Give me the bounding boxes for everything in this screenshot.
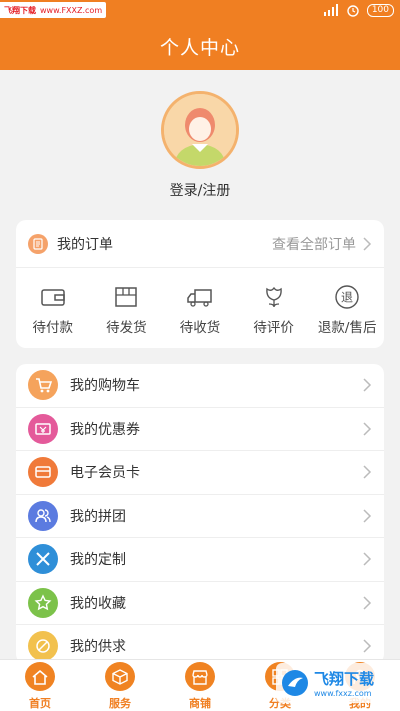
watermark-logo-text: 飞翔下载 [314,670,375,688]
menu-item-label: 电子会员卡 [70,465,140,482]
order-status-pending-review[interactable]: 待评价 [237,268,311,347]
menu-item-cart[interactable]: 我的购物车 [16,364,384,408]
refund-icon-text: 退 [341,291,353,305]
order-status-label: 退款/售后 [317,320,377,336]
menu-item-membership-card[interactable]: 电子会员卡 [16,451,384,495]
menu-item-label: 我的供求 [70,639,126,656]
orders-title: 我的订单 [57,236,113,253]
logo-icon [282,670,308,696]
menu-item-coupon[interactable]: 我的优惠券 [16,408,384,451]
orders-header[interactable]: 我的订单 查看全部订单 [16,220,384,268]
group-icon [28,500,58,531]
refund-icon: 退 [335,285,359,309]
menu-list: 我的购物车 我的优惠券 电子会员卡 我的拼团 我的定制 我的收藏 我的供求 [16,364,384,664]
status-icons: 100 [323,3,394,17]
watermark-url: www.FXXZ.com [40,5,103,15]
avatar[interactable] [161,91,239,169]
nav-label: 服务 [109,697,131,710]
battery-indicator: 100 [366,3,394,17]
view-all-label: 查看全部订单 [272,236,356,253]
flower-icon [265,286,282,308]
order-status-label: 待收货 [179,320,221,336]
truck-icon [187,289,212,307]
home-icon [25,662,55,691]
status-bar: 飞翔下载 www.FXXZ.com 100 [0,0,400,22]
nav-service[interactable]: 服务 [80,660,160,711]
page-title: 个人中心 [159,36,240,59]
menu-item-group-buy[interactable]: 我的拼团 [16,495,384,538]
supply-icon [28,631,58,662]
menu-item-label: 我的收藏 [70,595,126,612]
menu-item-label: 我的定制 [70,552,126,569]
login-register-link[interactable]: 登录/注册 [0,180,400,200]
tools-icon [28,544,58,575]
chevron-right-icon [363,422,372,436]
chevron-right-icon [363,465,372,479]
chevron-right-icon [363,596,372,610]
order-status-row: 待付款 待发货 待收货 待评价 退 退款/售后 [16,268,384,347]
watermark-badge: 飞翔下载 www.FXXZ.com [0,2,107,18]
chevron-right-icon [363,236,372,251]
star-icon [28,587,58,618]
menu-item-custom[interactable]: 我的定制 [16,538,384,582]
package-icon [115,287,138,307]
order-status-refund[interactable]: 退 退款/售后 [310,268,384,347]
chevron-right-icon [363,639,372,653]
shop-icon [185,662,215,691]
page-header: 个人中心 [0,22,400,70]
view-all-orders-link[interactable]: 查看全部订单 [272,234,372,254]
watermark-label: 飞翔下载 [4,5,36,15]
order-status-label: 待付款 [32,320,74,336]
alarm-icon [347,5,359,17]
cart-icon [28,370,58,401]
nav-home[interactable]: 首页 [0,660,80,711]
menu-item-favorites[interactable]: 我的收藏 [16,582,384,625]
order-status-pending-shipment[interactable]: 待发货 [90,268,164,347]
orders-card: 我的订单 查看全部订单 待付款 待发货 待收货 待评价 退 退款/售后 [16,220,384,348]
menu-item-label: 我的拼团 [70,508,126,525]
menu-item-label: 我的购物车 [70,378,140,395]
wallet-icon [41,289,65,306]
nav-label: 首页 [29,697,51,710]
chevron-right-icon [363,378,372,392]
nav-shop[interactable]: 商铺 [160,660,240,711]
watermark-logo: 飞翔下载 www.fxxz.com [276,663,392,703]
avatar-illustration [164,94,236,166]
order-status-pending-receipt[interactable]: 待收货 [163,268,237,347]
menu-item-label: 我的优惠券 [70,421,140,438]
order-status-label: 待发货 [106,320,147,336]
coupon-icon [28,413,58,444]
box-icon [105,662,135,691]
signal-icon [323,4,338,16]
chevron-right-icon [363,552,372,566]
chevron-right-icon [363,509,372,523]
card-icon [28,457,58,488]
watermark-logo-url: www.fxxz.com [314,689,372,698]
orders-icon [28,233,48,254]
order-status-pending-payment[interactable]: 待付款 [16,268,90,347]
order-status-label: 待评价 [253,320,294,336]
nav-label: 商铺 [189,697,211,710]
